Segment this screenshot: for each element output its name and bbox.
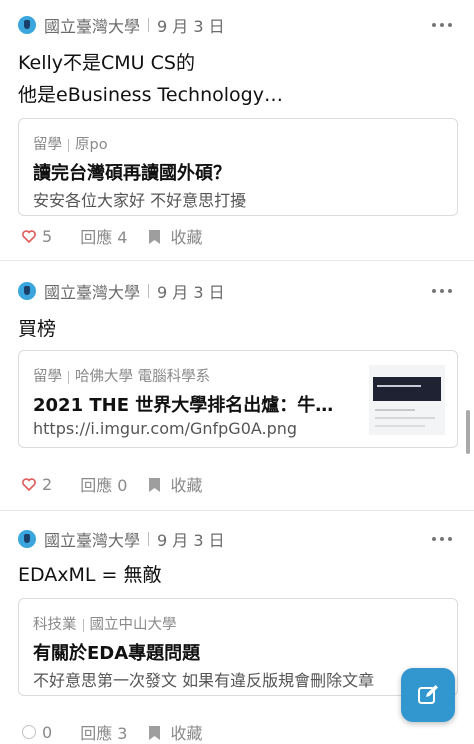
meta-separator xyxy=(148,532,150,546)
card-tag: 科技業 國立中山大學 xyxy=(33,613,177,634)
meta-separator xyxy=(148,18,150,32)
post-divider xyxy=(0,510,474,511)
school-name[interactable]: 國立臺灣大學 xyxy=(44,13,140,37)
post-actions: 0 回應 3 收藏 xyxy=(22,720,202,744)
card-category: 留學 xyxy=(33,137,62,153)
card-tag: 留學 原po xyxy=(33,133,108,154)
card-tag-label: 國立中山大學 xyxy=(89,617,177,633)
post-date: 9 月 3 日 xyxy=(157,531,225,550)
post-title-line: 買榜 xyxy=(18,318,57,340)
card-tag: 留學 哈佛大學 電腦科學系 xyxy=(33,365,210,386)
heart-icon[interactable] xyxy=(22,477,36,491)
post-actions: 2 回應 0 收藏 xyxy=(22,472,202,496)
meta-separator xyxy=(148,284,150,298)
post-date: 9 月 3 日 xyxy=(157,283,225,302)
reply-count[interactable]: 回應 3 xyxy=(80,720,127,744)
like-count: 0 xyxy=(42,722,53,742)
shared-link-card[interactable]: 留學 哈佛大學 電腦科學系 2021 THE 世界大學排名出爐：牛… https:… xyxy=(18,350,458,448)
school-avatar-icon xyxy=(18,282,36,300)
save-label[interactable]: 收藏 xyxy=(170,472,202,496)
like-count: 2 xyxy=(42,474,53,494)
save-label[interactable]: 收藏 xyxy=(170,720,202,744)
card-category: 科技業 xyxy=(33,617,77,633)
heart-icon[interactable] xyxy=(22,229,36,243)
school-avatar-icon xyxy=(18,530,36,548)
post-meta: 國立臺灣大學 9 月 3 日 xyxy=(18,14,225,36)
compose-icon xyxy=(418,685,438,704)
post-card[interactable]: 國立臺灣大學 9 月 3 日 Kelly不是CMU CS的 他是eBusines… xyxy=(0,14,474,260)
bookmark-icon[interactable] xyxy=(149,725,161,740)
more-options-icon[interactable] xyxy=(432,289,452,293)
post-title-line: 他是eBusiness Technology… xyxy=(18,84,283,106)
reaction-icon[interactable] xyxy=(22,725,36,739)
post-title-line: Kelly不是CMU CS的 xyxy=(18,52,195,74)
reply-count[interactable]: 回應 4 xyxy=(80,224,127,248)
like-count: 5 xyxy=(42,226,53,246)
post-actions: 5 回應 4 收藏 xyxy=(22,224,202,248)
school-name[interactable]: 國立臺灣大學 xyxy=(44,279,140,303)
card-subtitle: 不好意思第一次發文 如果有違反版規會刪除文章 xyxy=(33,671,375,690)
link-thumbnail xyxy=(369,365,445,435)
more-options-icon[interactable] xyxy=(432,23,452,27)
school-avatar-icon xyxy=(18,16,36,34)
card-title: 有關於EDA專題問題 xyxy=(33,643,201,664)
post-title-line: EDAxML = 無敵 xyxy=(18,564,162,586)
card-tag-label: 原po xyxy=(75,137,108,153)
card-tag-label: 哈佛大學 電腦科學系 xyxy=(75,369,211,385)
card-subtitle: 安安各位大家好 不好意思打擾 xyxy=(33,191,247,210)
reply-count[interactable]: 回應 0 xyxy=(80,472,127,496)
compose-button[interactable] xyxy=(401,668,455,722)
post-date: 9 月 3 日 xyxy=(157,17,225,36)
shared-link-card[interactable]: 留學 原po 讀完台灣碩再讀國外碩？ 安安各位大家好 不好意思打擾 xyxy=(18,118,458,216)
shared-link-card[interactable]: 科技業 國立中山大學 有關於EDA專題問題 不好意思第一次發文 如果有違反版規會刪… xyxy=(18,598,458,696)
bookmark-icon[interactable] xyxy=(149,229,161,244)
post-card[interactable]: 國立臺灣大學 9 月 3 日 買榜 留學 哈佛大學 電腦科學系 2021 THE … xyxy=(0,280,474,510)
post-feed: 國立臺灣大學 9 月 3 日 Kelly不是CMU CS的 他是eBusines… xyxy=(0,0,474,744)
bookmark-icon[interactable] xyxy=(149,477,161,492)
more-options-icon[interactable] xyxy=(432,537,452,541)
save-label[interactable]: 收藏 xyxy=(170,224,202,248)
post-divider xyxy=(0,260,474,261)
post-meta: 國立臺灣大學 9 月 3 日 xyxy=(18,280,225,302)
card-subtitle: https://i.imgur.com/GnfpG0A.png xyxy=(33,419,298,438)
card-title: 2021 THE 世界大學排名出爐：牛… xyxy=(33,395,334,416)
card-title: 讀完台灣碩再讀國外碩？ xyxy=(33,163,231,184)
school-name[interactable]: 國立臺灣大學 xyxy=(44,527,140,551)
post-meta: 國立臺灣大學 9 月 3 日 xyxy=(18,528,225,550)
card-category: 留學 xyxy=(33,369,62,385)
scrollbar[interactable] xyxy=(466,410,470,454)
